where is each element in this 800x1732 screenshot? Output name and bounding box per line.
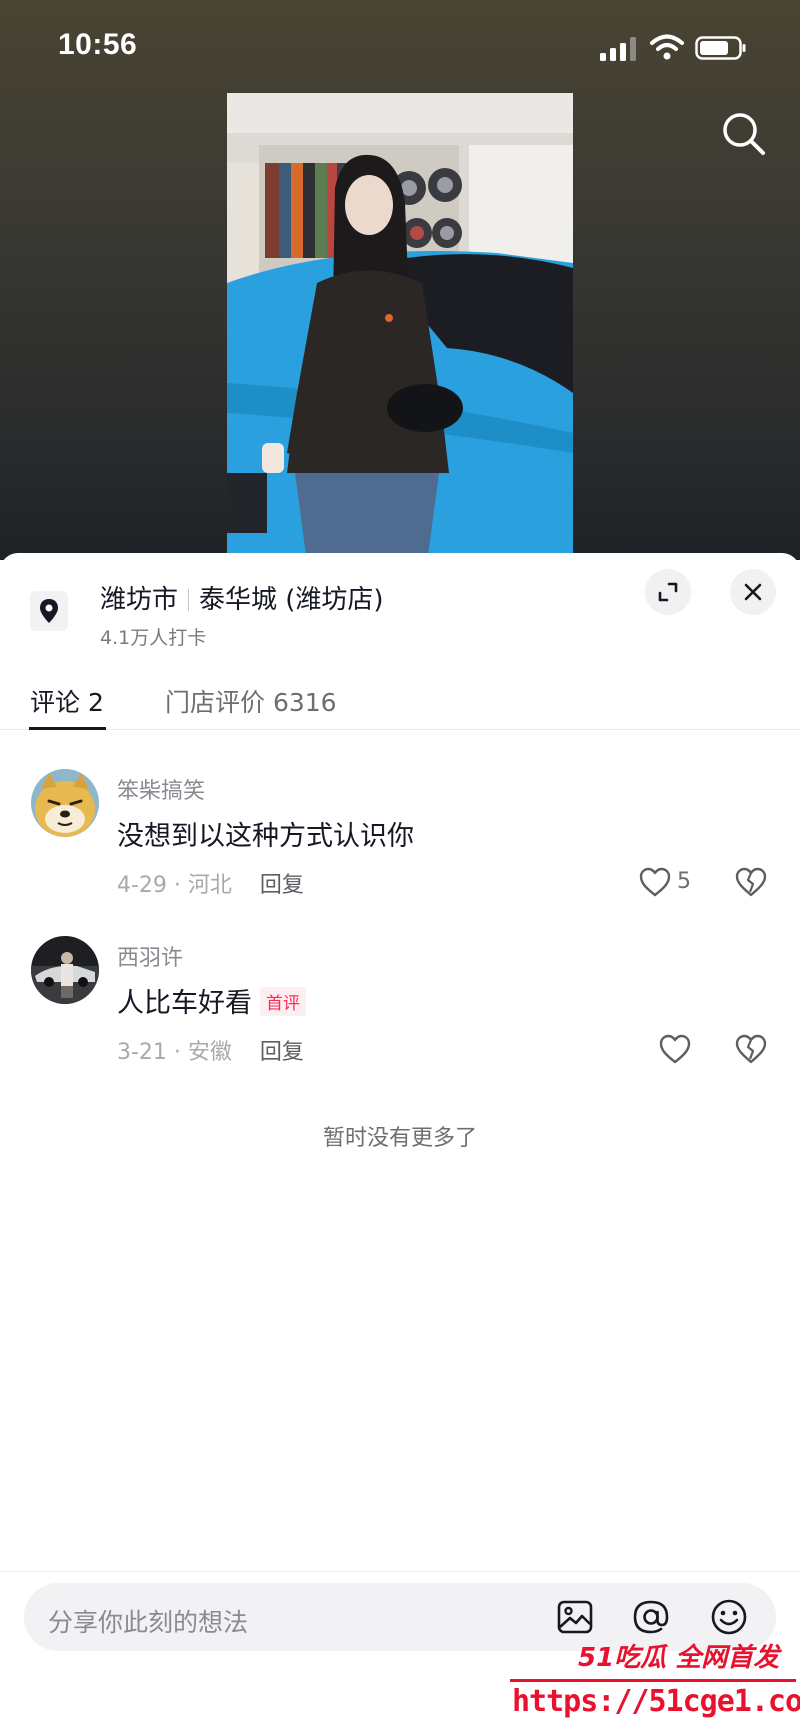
dislike-button[interactable] bbox=[735, 866, 767, 898]
location-city[interactable]: 潍坊市 bbox=[100, 585, 178, 615]
first-comment-badge: 首评 bbox=[260, 987, 306, 1016]
tab-store-reviews[interactable]: 门店评价 6316 bbox=[165, 683, 337, 719]
heart-icon bbox=[659, 1034, 691, 1064]
comment-meta: 4-29 · 河北 回复 bbox=[117, 867, 304, 899]
wifi-icon bbox=[650, 34, 684, 60]
location-title[interactable]: 潍坊市 泰华城 (潍坊店) bbox=[100, 579, 384, 616]
reply-button[interactable]: 回复 bbox=[260, 1040, 304, 1065]
location-place[interactable]: 泰华城 (潍坊店) bbox=[199, 585, 384, 615]
like-button[interactable] bbox=[658, 1033, 692, 1067]
battery-icon bbox=[695, 36, 746, 60]
tab-comments[interactable]: 评论 2 bbox=[30, 683, 104, 719]
video-background: 10:56 bbox=[0, 0, 800, 560]
comment-text[interactable]: 人比车好看 首评 bbox=[117, 981, 306, 1020]
comment-meta: 3-21 · 安徽 回复 bbox=[117, 1034, 304, 1066]
comment-date-location: 4-29 · 河北 bbox=[117, 873, 232, 898]
comment-input-placeholder: 分享你此刻的想法 bbox=[48, 1608, 249, 1637]
status-time: 10:56 bbox=[58, 28, 138, 61]
watermark-underline bbox=[510, 1679, 796, 1682]
site-watermark: 51吃瓜 全网首发 https://51cge1.com bbox=[500, 1631, 800, 1731]
location-pin-icon bbox=[30, 591, 68, 631]
expand-icon bbox=[658, 582, 678, 602]
search-button[interactable] bbox=[716, 106, 772, 162]
no-more-comments: 暂时没有更多了 bbox=[322, 1126, 477, 1151]
close-icon bbox=[744, 583, 762, 601]
comment-item: 笨柴搞笑 没想到以这种方式认识你 4-29 · 河北 回复 5 bbox=[0, 769, 800, 919]
comment-date-location: 3-21 · 安徽 bbox=[117, 1040, 232, 1065]
watermark-url: https://51cge1.com bbox=[512, 1684, 800, 1719]
watermark-slogan: 51吃瓜 全网首发 bbox=[578, 1643, 780, 1673]
avatar[interactable] bbox=[31, 769, 99, 837]
close-button[interactable] bbox=[730, 569, 776, 615]
sheet-tabs: 评论 2 门店评价 6316 bbox=[0, 653, 800, 730]
like-button[interactable]: 5 bbox=[638, 866, 691, 900]
post-photo[interactable] bbox=[227, 93, 573, 560]
comment-item: 西羽许 人比车好看 首评 3-21 · 安徽 回复 bbox=[0, 936, 800, 1086]
post-photo-illustration bbox=[227, 93, 573, 560]
checkin-count: 4.1万人打卡 bbox=[100, 627, 207, 649]
heart-icon bbox=[639, 867, 671, 897]
dislike-button[interactable] bbox=[735, 1033, 767, 1065]
comment-text[interactable]: 没想到以这种方式认识你 bbox=[117, 814, 414, 853]
like-count: 5 bbox=[677, 869, 691, 894]
reply-button[interactable]: 回复 bbox=[260, 873, 304, 898]
comment-text-content: 人比车好看 bbox=[117, 988, 252, 1019]
status-bar: 10:56 bbox=[0, 0, 800, 95]
car-photo-avatar-icon bbox=[31, 936, 99, 1004]
comment-username[interactable]: 西羽许 bbox=[117, 940, 183, 972]
cellular-signal-icon bbox=[600, 37, 636, 61]
expand-button[interactable] bbox=[645, 569, 691, 615]
active-tab-indicator bbox=[29, 727, 106, 730]
comment-username[interactable]: 笨柴搞笑 bbox=[117, 773, 205, 805]
title-divider bbox=[188, 589, 190, 611]
doge-avatar-icon bbox=[31, 769, 99, 837]
avatar[interactable] bbox=[31, 936, 99, 1004]
location-comments-sheet: 潍坊市 泰华城 (潍坊店) 4.1万人打卡 评论 2 门店评价 6316 笨柴搞… bbox=[0, 553, 800, 1732]
